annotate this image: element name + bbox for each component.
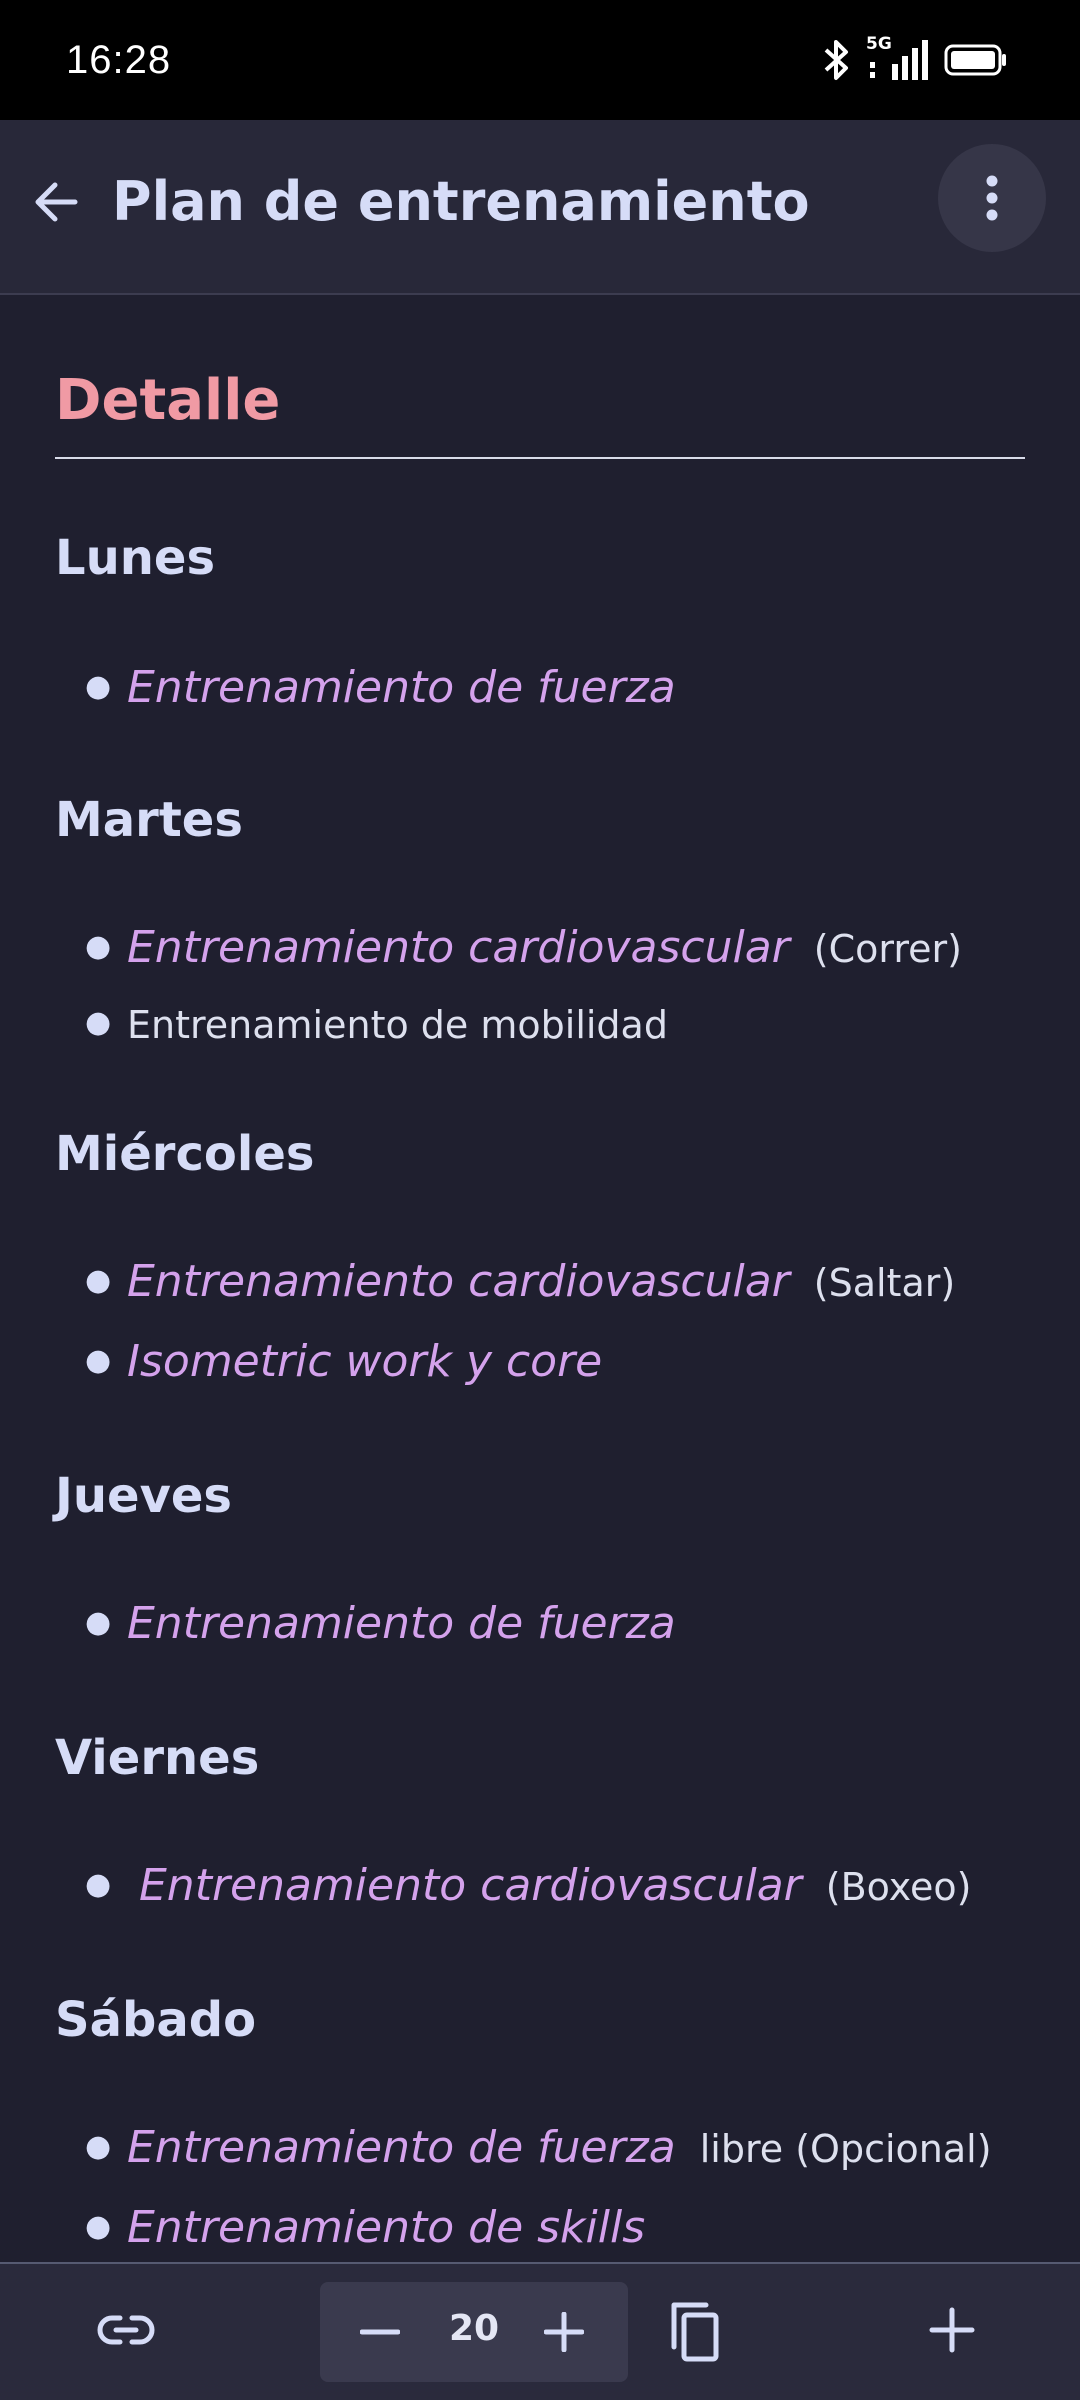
bullet: ● <box>85 1867 112 1902</box>
day-heading-martes: Martes <box>55 792 243 848</box>
list-item: ● Entrenamiento de fuerza <box>85 1602 676 1646</box>
list-item: ● Entrenamiento cardiovascular (Boxeo) <box>85 1864 972 1908</box>
bullet: ● <box>85 1343 112 1378</box>
copy-button[interactable] <box>654 2286 734 2376</box>
day-heading-miercoles: Miércoles <box>55 1126 315 1182</box>
insert-link-button[interactable] <box>86 2290 166 2370</box>
font-size-stepper: 20 <box>320 2282 628 2382</box>
training-link[interactable]: Entrenamiento cardiovascular <box>139 1864 802 1908</box>
bullet: ● <box>85 1605 112 1640</box>
training-link[interactable]: Entrenamiento cardiovascular <box>127 926 790 970</box>
training-link[interactable]: Isometric work y core <box>127 1340 602 1384</box>
bullet: ● <box>85 929 112 964</box>
list-item: ● Entrenamiento cardiovascular (Saltar) <box>85 1260 955 1304</box>
day-heading-viernes: Viernes <box>55 1730 260 1786</box>
list-item: ● Entrenamiento de mobilidad <box>85 1006 668 1044</box>
add-button[interactable] <box>912 2290 992 2370</box>
bullet: ● <box>85 2129 112 2164</box>
item-note: libre (Opcional) <box>699 2127 992 2171</box>
font-size-value: 20 <box>448 2308 500 2349</box>
training-link[interactable]: Entrenamiento de fuerza <box>127 2126 676 2170</box>
item-note: (Correr) <box>813 927 962 971</box>
training-link[interactable]: Entrenamiento de fuerza <box>127 666 676 710</box>
day-list: Lunes ● Entrenamiento de fuerza Martes ●… <box>55 0 1025 2262</box>
plus-icon <box>544 2312 584 2352</box>
item-note: (Saltar) <box>813 1261 956 1305</box>
bullet: ● <box>85 669 112 704</box>
list-item: ● Entrenamiento cardiovascular (Correr) <box>85 926 962 970</box>
list-item: ● Isometric work y core <box>85 1340 602 1384</box>
minus-icon <box>360 2329 400 2335</box>
item-note: (Boxeo) <box>825 1865 972 1909</box>
item-text: Entrenamiento de mobilidad <box>127 1003 668 1047</box>
training-link[interactable]: Entrenamiento de skills <box>127 2206 645 2250</box>
day-heading-jueves: Jueves <box>55 1468 232 1524</box>
list-item: ● Entrenamiento de skills <box>85 2206 645 2250</box>
list-item: ● Entrenamiento de fuerza libre (Opciona… <box>85 2126 992 2170</box>
bullet: ● <box>85 1005 112 1040</box>
day-heading-lunes: Lunes <box>55 530 216 586</box>
list-item: ● Entrenamiento de fuerza <box>85 666 676 710</box>
decrease-button[interactable] <box>340 2292 420 2372</box>
copy-icon <box>671 2302 719 2362</box>
increase-button[interactable] <box>524 2292 604 2372</box>
bottom-toolbar: 20 <box>0 2262 1080 2400</box>
training-link[interactable]: Entrenamiento de fuerza <box>127 1602 676 1646</box>
bullet: ● <box>85 1263 112 1298</box>
training-link[interactable]: Entrenamiento cardiovascular <box>127 1260 790 1304</box>
link-icon <box>97 2315 155 2345</box>
bullet: ● <box>85 2209 112 2244</box>
day-heading-sabado: Sábado <box>55 1992 257 2048</box>
plus-icon <box>929 2307 975 2353</box>
